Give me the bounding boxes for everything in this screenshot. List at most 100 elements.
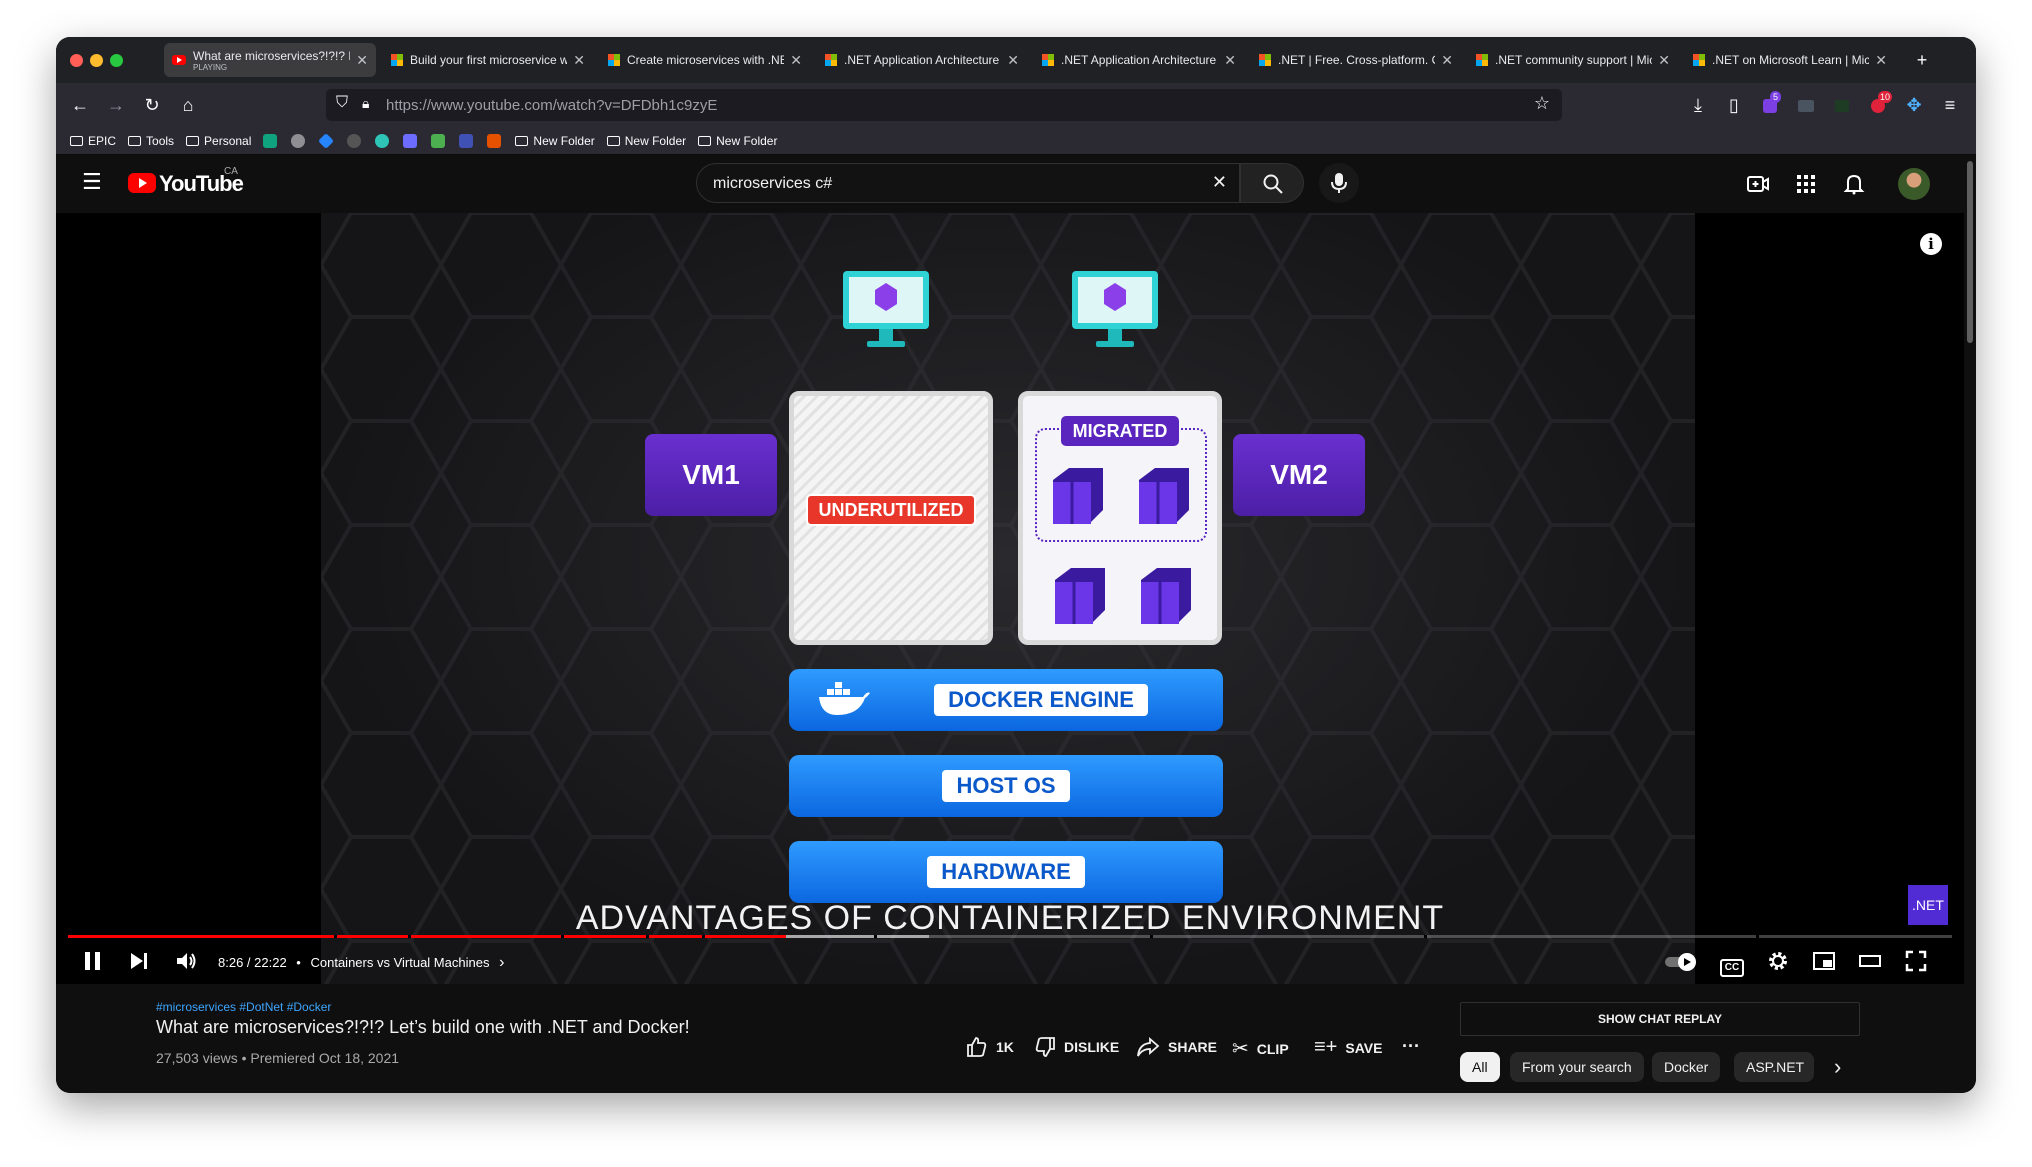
notifications-bell-icon[interactable] [1842,172,1866,196]
bookmark-star-icon[interactable]: ☆ [1534,93,1550,114]
settings-button[interactable] [1766,949,1790,980]
folder-icon [70,135,83,146]
next-video-button[interactable] [128,949,150,980]
apps-grid-icon[interactable] [1794,172,1818,196]
bookmark-new-folder-3[interactable]: New Folder [698,134,777,148]
page-scrollbar[interactable] [1964,155,1976,1093]
new-tab-plus-icon[interactable]: + [1910,48,1934,72]
avatar[interactable] [1898,168,1930,200]
word-bookmark-icon[interactable] [459,133,474,148]
voice-search-button[interactable] [1319,163,1359,203]
pause-button[interactable] [82,949,104,980]
adblock-icon[interactable]: 10 [1866,91,1893,117]
hashtags[interactable]: #microservices #DotNet #Docker [156,1000,331,1014]
reload-icon[interactable]: ↻ [140,93,164,117]
forward-arrow-icon[interactable]: → [104,93,128,117]
more-actions-button[interactable]: ··· [1402,1036,1420,1057]
clear-search-icon[interactable]: ✕ [1212,172,1227,193]
show-chat-replay-button[interactable]: SHOW CHAT REPLAY [1460,1002,1860,1036]
extension-purple-icon[interactable]: 5 [1758,91,1782,117]
net-watermark[interactable]: .NET [1908,885,1948,925]
autoplay-toggle[interactable] [1664,952,1700,979]
youtube-logo-icon[interactable] [128,173,156,193]
bookmark-tools[interactable]: Tools [128,134,174,148]
tab-net-community[interactable]: .NET community support | Mic ✕ [1468,43,1678,77]
chip-aspnet[interactable]: ASP.NET [1734,1052,1814,1082]
url-text[interactable]: https://www.youtube.com/watch?v=DFDbh1c9… [386,97,717,114]
downloads-icon[interactable]: ⤓ [1686,93,1710,117]
shield-icon[interactable]: ⛉ [336,94,348,112]
captions-button[interactable]: CC [1720,951,1744,977]
apple-bookmark-icon[interactable] [291,133,306,148]
tab-build-microservice[interactable]: Build your first microservice w ✕ [383,43,593,77]
miniplayer-button[interactable] [1812,949,1836,980]
like-button[interactable]: 1K [966,1036,1014,1058]
tab-close-icon[interactable]: ✕ [1007,52,1019,69]
bookmark-personal[interactable]: Personal [186,134,251,148]
extension-dots-icon[interactable] [1794,93,1818,117]
chip-from-your-search[interactable]: From your search [1510,1052,1644,1082]
azure-bookmark-icon[interactable] [375,133,390,148]
mute-button[interactable] [174,949,198,980]
tab-create-microservices[interactable]: Create microservices with .NE ✕ [600,43,810,77]
docker-whale-icon [819,682,870,715]
create-video-icon[interactable] [1746,172,1770,196]
chips-next-chevron-icon[interactable]: › [1834,1054,1841,1080]
extension-blue-icon[interactable]: ✥ [1902,93,1926,117]
tab-net-free[interactable]: .NET | Free. Cross-platform. O ✕ [1251,43,1461,77]
green-bookmark-icon[interactable] [431,133,446,148]
teams-bookmark-icon[interactable] [403,133,418,148]
share-button[interactable]: SHARE [1136,1036,1217,1058]
guide-menu-icon[interactable]: ☰ [82,171,102,193]
tab-net-architecture-2[interactable]: .NET Application Architecture ✕ [1034,43,1244,77]
tab-net-architecture-1[interactable]: .NET Application Architecture ✕ [817,43,1027,77]
chip-all[interactable]: All [1460,1052,1500,1082]
url-bar[interactable]: ⛉ 🔒︎ https://www.youtube.com/watch?v=DFD… [326,89,1562,121]
tab-close-icon[interactable]: ✕ [1875,52,1887,69]
tab-close-icon[interactable]: ✕ [1224,52,1236,69]
tab-close-icon[interactable]: ✕ [1441,52,1453,69]
chip-docker[interactable]: Docker [1652,1052,1721,1082]
chatgpt-bookmark-icon[interactable] [263,133,278,148]
jira-bookmark-icon[interactable] [318,132,335,149]
theater-mode-button[interactable] [1858,949,1882,980]
close-window-button[interactable] [70,54,83,67]
chapter-title[interactable]: Containers vs Virtual Machines [310,955,489,970]
tab-close-icon[interactable]: ✕ [1658,52,1670,69]
search-input[interactable]: microservices c# ✕ [696,163,1240,203]
scrollbar-thumb[interactable] [1967,161,1973,343]
video-player[interactable]: VM1 VM2 UNDERUTILIZED MIGRATED DOCKER EN… [56,213,1964,984]
tab-youtube[interactable]: What are microservices?!?!? Le PLAYING ✕ [164,43,376,77]
figma-bookmark-icon[interactable] [487,133,502,148]
extension-green-icon[interactable] [1830,93,1854,117]
search-button[interactable] [1240,163,1304,203]
maximize-window-button[interactable] [110,54,123,67]
github-bookmark-icon[interactable] [347,133,362,148]
bookmark-new-folder-1[interactable]: New Folder [515,134,595,148]
chapter-chevron-icon[interactable]: › [499,954,504,971]
tab-close-icon[interactable]: ✕ [356,52,368,69]
save-label: SAVE [1345,1039,1383,1056]
tab-title: What are microservices?!?!? Le [193,48,351,63]
minimize-window-button[interactable] [90,54,103,67]
info-card-icon[interactable]: i [1920,233,1942,255]
tab-title: .NET community support | Mic [1495,53,1653,67]
dislike-button[interactable]: DISLIKE [1034,1036,1119,1058]
bookmark-epic[interactable]: EPIC [70,134,116,148]
tab-net-learn[interactable]: .NET on Microsoft Learn | Micr ✕ [1685,43,1895,77]
tab-close-icon[interactable]: ✕ [790,52,802,69]
back-arrow-icon[interactable]: ← [68,93,92,117]
clip-button[interactable]: ✂ CLIP [1232,1036,1289,1061]
monitor-icon [1072,271,1158,347]
bookmark-label: EPIC [88,133,117,148]
menu-hamburger-icon[interactable]: ≡ [1938,93,1962,117]
fullscreen-button[interactable] [1904,949,1928,980]
save-button[interactable]: ≡+ SAVE [1314,1036,1382,1059]
progress-bar[interactable] [68,935,1952,938]
tab-close-icon[interactable]: ✕ [573,52,585,69]
extension-badge: 5 [1770,91,1782,103]
home-icon[interactable]: ⌂ [176,93,200,117]
lock-icon[interactable]: 🔒︎ [362,95,369,112]
bookmark-new-folder-2[interactable]: New Folder [606,134,686,148]
sidebar-icon[interactable]: ▯ [1722,93,1746,117]
